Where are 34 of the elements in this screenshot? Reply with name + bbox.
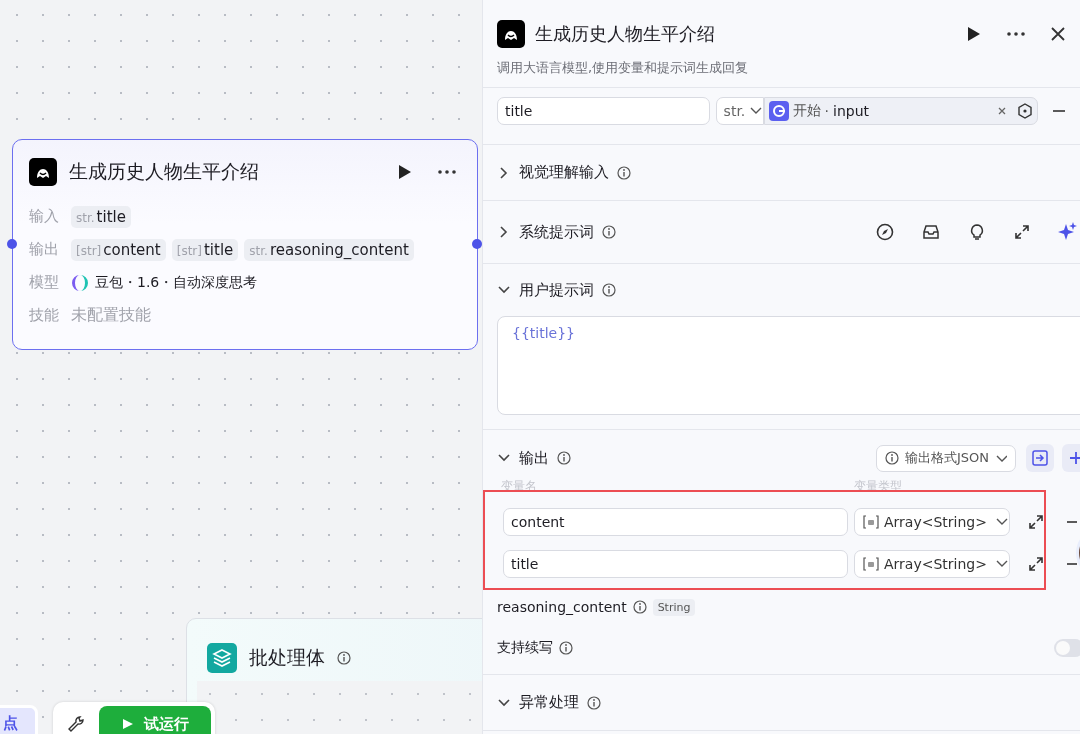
row-label: 模型 — [29, 273, 60, 292]
parameter-name-field[interactable]: title — [497, 97, 710, 125]
variable-name-field[interactable]: title — [503, 550, 848, 578]
output-format-select[interactable]: 输出格式JSON — [875, 444, 1016, 472]
setting-label: 支持续写 — [497, 639, 553, 657]
row-label: 输出 — [29, 240, 60, 259]
variable-tag: [str]content — [71, 238, 166, 261]
llm-node-card[interactable]: 生成历史人物生平介绍 输入 str.title 输出 [str]content [str]title str.reasoning_content 模型 豆包・1.6・自动深度思考 技能 未配置技能 — [12, 139, 478, 350]
section-title[interactable]: 输出 — [519, 448, 549, 468]
variable-name-field[interactable]: content — [503, 508, 848, 536]
variable-type-select[interactable]: Array<String> — [854, 550, 1010, 578]
variable-tag: [str]title — [171, 238, 239, 261]
section-title[interactable]: 用户提示词 — [519, 280, 594, 300]
type-select[interactable]: str. — [715, 97, 764, 125]
empty-value: 未配置技能 — [71, 305, 151, 326]
panel-title: 生成历史人物生平介绍 — [535, 22, 715, 46]
variable-reference-field[interactable]: 开始 · input — [763, 97, 1038, 125]
section-title[interactable]: 视觉理解输入 — [519, 163, 609, 182]
prompt-editor[interactable]: {{title}} — [497, 316, 1080, 415]
section-title[interactable]: 异常处理 — [519, 693, 579, 712]
model-name: 豆包・1.6・自动深度思考 — [95, 273, 258, 292]
node-title: 生成历史人物生平介绍 — [69, 159, 259, 184]
section-title[interactable]: 系统提示词 — [519, 222, 594, 242]
row-label: 输入 — [29, 207, 60, 226]
panel-description: 调用大语言模型,使用变量和提示词生成回复 — [483, 50, 1080, 88]
variable-tag: str.title — [71, 205, 131, 228]
node-title: 批处理体 — [249, 645, 325, 670]
row-label: 技能 — [29, 306, 60, 325]
variable-name: reasoning_content — [497, 599, 627, 615]
prompt-text: {{title}} — [512, 325, 575, 341]
add-node-button[interactable]: 点 — [0, 705, 38, 734]
variable-type-select[interactable]: Array<String> — [854, 508, 1010, 536]
type-tag: String — [652, 598, 696, 616]
variable-tag: str.reasoning_content — [244, 238, 414, 261]
